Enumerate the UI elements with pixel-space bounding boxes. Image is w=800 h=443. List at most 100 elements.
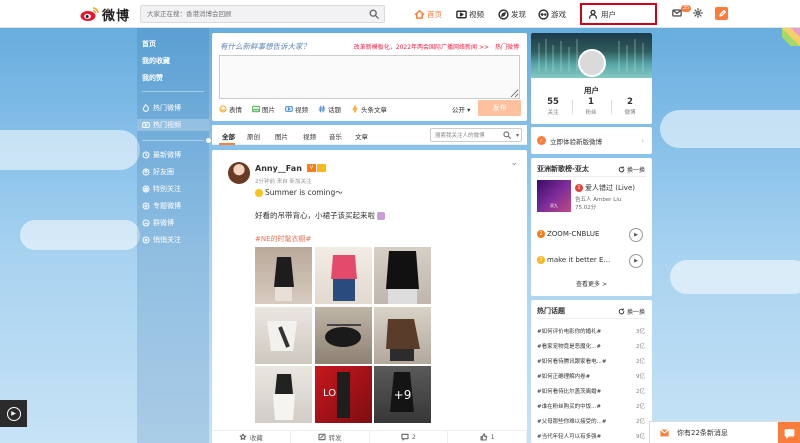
repost-button[interactable]: 转发 <box>291 431 370 443</box>
tool-topic[interactable]: 话题 <box>318 104 341 114</box>
topic-item[interactable]: #如何评价电影你的婚礼# 3亿 <box>537 327 645 335</box>
chevron-down-icon[interactable]: ▾ <box>516 132 519 139</box>
comment-button[interactable]: 2 <box>370 431 449 443</box>
sidebar-item-label: 悄悄关注 <box>153 236 181 244</box>
hashtag-link[interactable]: #NE的时髦衣橱# <box>255 234 311 244</box>
shy-emoji-icon <box>377 211 385 220</box>
tool-video[interactable]: 视频 <box>285 104 308 114</box>
music-refresh-button[interactable]: 换一换 <box>618 165 645 174</box>
topics-refresh-button[interactable]: 换一换 <box>618 307 645 316</box>
topic-count: 2亿 <box>636 419 645 425</box>
tool-article[interactable]: 头条文章 <box>351 104 387 114</box>
sidebar-item-home[interactable]: 首页 <box>142 38 156 50</box>
tab-music[interactable]: 音乐 <box>329 131 342 141</box>
stat-posts[interactable]: 2 微博 <box>610 97 650 116</box>
tab-video[interactable]: 视频 <box>303 131 316 141</box>
sidebar-item-special[interactable]: 特别关注 <box>142 183 181 195</box>
topic-item[interactable]: #如何正确理解内卷# 9亿 <box>537 372 645 380</box>
play-button[interactable]: ▶ <box>629 254 643 268</box>
visibility-select[interactable]: 公开 ▾ <box>452 104 470 114</box>
compose-button[interactable] <box>715 7 728 20</box>
post-image[interactable] <box>314 306 372 364</box>
composer-topic-link[interactable]: 改革新模板化，2022年两会国际广播网络新闻 >> 热门微博 <box>354 42 519 51</box>
search-box[interactable] <box>140 5 385 23</box>
topic-item[interactable]: #如何看待比尔盖茨离婚# 2亿 <box>537 387 645 395</box>
favorite-button[interactable]: 收藏 <box>212 431 291 443</box>
post-username[interactable]: Anny__Fan <box>255 164 302 173</box>
topic-item[interactable]: #父母那些你难以接受的...# 2亿 <box>537 417 645 425</box>
sidebar-item-topic[interactable]: 专题微博 <box>142 200 181 212</box>
sidebar-item-group[interactable]: 群微博 <box>142 217 174 229</box>
weibo-logo[interactable]: 微博 <box>80 6 131 24</box>
try-new-version-link[interactable]: ✓ 立即体验新版微博 › <box>531 127 652 154</box>
topic-item[interactable]: #看家宠物竟是恶魔化...# 2亿 <box>537 342 645 350</box>
fire-icon <box>142 104 149 112</box>
like-button[interactable]: 1 <box>448 431 527 443</box>
nav-video[interactable]: 视频 <box>456 7 484 21</box>
sidebar-item-hot-video[interactable]: 热门视频 <box>137 119 209 131</box>
play-button[interactable]: ▶ <box>629 228 643 242</box>
repost-icon <box>318 433 326 441</box>
tab-original[interactable]: 原创 <box>247 131 260 141</box>
submit-button[interactable]: 发布 <box>478 100 521 116</box>
profile-name[interactable]: 用户 <box>531 85 652 96</box>
post-image[interactable] <box>374 247 431 304</box>
nav-user[interactable]: 用户 <box>580 3 657 25</box>
home-icon <box>414 9 425 19</box>
song-item-1[interactable]: 1 爱人错过 (Live) <box>575 183 635 193</box>
media-player-widget[interactable]: ▶ <box>0 400 27 427</box>
skin-corner-icon[interactable] <box>782 28 800 46</box>
song-item-3[interactable]: 3 make it better E… <box>537 256 627 264</box>
weibo-eye-icon <box>80 6 99 22</box>
nav-discover[interactable]: 发现 <box>498 7 526 21</box>
tab-article[interactable]: 文章 <box>355 131 368 141</box>
search-icon[interactable] <box>369 9 379 19</box>
sidebar-item-secret[interactable]: 悄悄关注 <box>142 234 181 246</box>
nav-home[interactable]: 首页 <box>414 7 442 21</box>
sidebar-item-likes[interactable]: 我的赞 <box>142 72 163 84</box>
gear-icon[interactable] <box>693 8 703 20</box>
composer-textarea[interactable] <box>219 55 520 99</box>
stat-followers[interactable]: 1 粉丝 <box>571 97 611 116</box>
tab-all[interactable]: 全部 <box>222 131 235 141</box>
post-image[interactable] <box>314 247 372 304</box>
avatar[interactable] <box>228 162 250 184</box>
chevron-down-icon[interactable]: ⌄ <box>510 158 518 168</box>
comment-icon <box>401 433 409 441</box>
tab-image[interactable]: 图片 <box>275 131 288 141</box>
topic-item[interactable]: #当代年轻人可以有多强# 9亿 <box>537 432 645 440</box>
view-more-link[interactable]: 查看更多 > <box>531 279 652 288</box>
post-image[interactable] <box>255 247 312 304</box>
topic-item[interactable]: #如何看待腾讯跟家看电...# 2亿 <box>537 357 645 365</box>
album-cover[interactable]: 双九 <box>537 180 571 212</box>
sidebar-item-label: 最新微博 <box>153 151 181 159</box>
chat-button[interactable] <box>778 422 800 443</box>
topic-item[interactable]: #谁在粉丝购买的中饭...# 2亿 <box>537 402 645 410</box>
song-item-2[interactable]: 2 ZOOM-CNBLUE <box>537 230 627 238</box>
tool-image[interactable]: 图片 <box>252 104 275 114</box>
post-image[interactable]: +9 <box>374 366 431 423</box>
sidebar-item-latest[interactable]: 最新微博 <box>142 149 181 161</box>
tool-emoji[interactable]: 表情 <box>219 104 242 114</box>
sidebar-item-hot-weibo[interactable]: 热门微博 <box>142 102 181 114</box>
post-image[interactable] <box>374 306 431 364</box>
action-label: 收藏 <box>249 434 263 442</box>
feed-search[interactable]: 搜索我关注人的微博 ▾ <box>430 128 522 142</box>
stat-following[interactable]: 55 关注 <box>533 97 573 116</box>
more-images-count[interactable]: +9 <box>374 366 431 423</box>
feed-card: Anny__Fan V 2分钟前 来自 新加关注 ⌄ Summer is com… <box>212 150 527 443</box>
song-duration: 75.02分 <box>575 205 597 211</box>
post-image[interactable] <box>255 366 312 423</box>
chevron-right-icon: › <box>641 136 644 145</box>
search-input[interactable] <box>141 6 361 22</box>
message-notification-bar[interactable]: 你有22条新消息 <box>649 421 800 443</box>
sidebar-item-favorites[interactable]: 我的收藏 <box>142 55 170 67</box>
post-image[interactable] <box>255 306 312 364</box>
sidebar-item-friends[interactable]: 好友圈 <box>142 166 174 178</box>
sidebar-item-label: 热门视频 <box>153 121 181 129</box>
post-image[interactable]: LO <box>314 366 372 423</box>
nav-game[interactable]: 游戏 <box>538 7 566 21</box>
logo-text: 微博 <box>102 8 131 24</box>
avatar[interactable] <box>578 49 606 77</box>
search-icon[interactable] <box>503 131 511 139</box>
